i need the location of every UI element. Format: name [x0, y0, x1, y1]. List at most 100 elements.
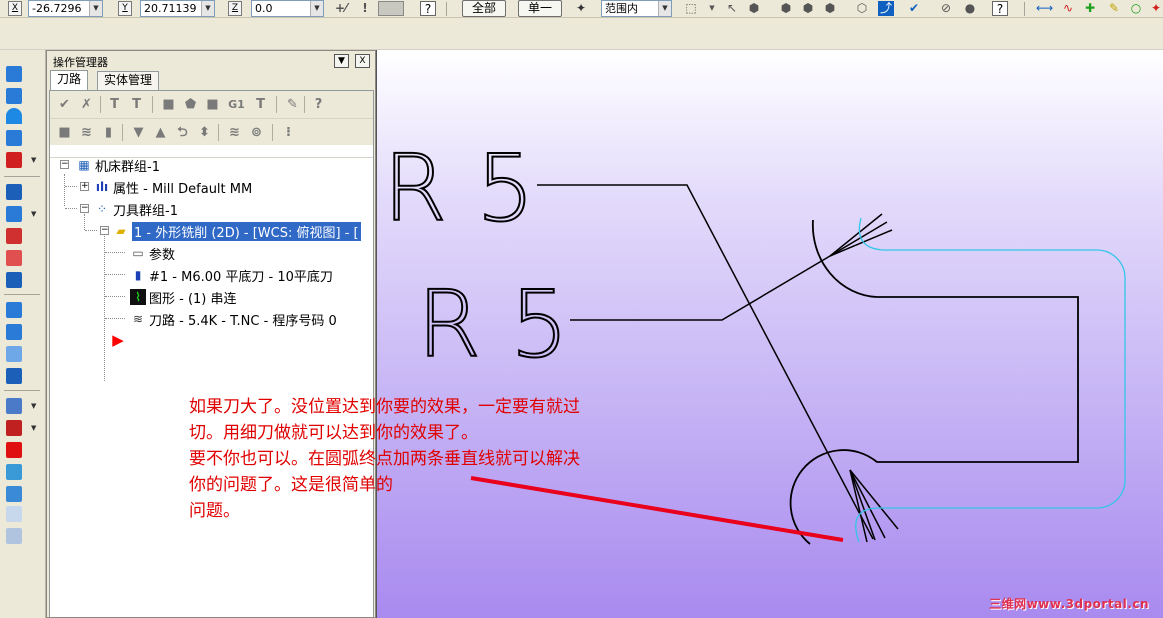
arrow-up-icon[interactable] [6, 66, 22, 82]
range-select[interactable]: 范围内 ▼ [601, 0, 672, 17]
selection-icon[interactable]: ✦ [573, 1, 589, 16]
cube-select-icon[interactable]: ⬡ [854, 1, 870, 16]
measure-icon[interactable]: ⟷ [1036, 1, 1053, 16]
select-all-button[interactable]: 全部 [462, 0, 506, 17]
highfeed-icon[interactable]: T [252, 96, 269, 113]
wire-cubes-icon[interactable] [6, 528, 22, 544]
select-single-button[interactable]: 单一 [518, 0, 562, 17]
edge-select-icon[interactable]: ⬢ [800, 1, 816, 16]
layers-red-icon[interactable] [6, 486, 22, 502]
insert-arrow[interactable]: ▶ [110, 330, 129, 350]
edit-icon[interactable]: ✎ [284, 96, 301, 113]
more-tools-icon[interactable]: ✦ [1148, 1, 1163, 16]
help-icon[interactable]: ? [420, 1, 436, 16]
view-top-icon[interactable] [6, 184, 22, 200]
tab-toolpaths[interactable]: 刀路 [50, 70, 89, 90]
chevron-down-icon[interactable]: ▼ [31, 402, 36, 410]
body-select-icon[interactable]: ⬢ [822, 1, 838, 16]
expand-tool-group[interactable]: − [80, 204, 89, 213]
circle-icon[interactable]: ● [962, 1, 978, 16]
toolpath-display-icon[interactable]: ≋ [226, 124, 243, 141]
chevron-down-icon[interactable]: ▼ [31, 156, 36, 164]
wand-icon[interactable] [6, 464, 22, 480]
backplot-icon[interactable]: ■ [160, 96, 177, 113]
help-icon[interactable]: ? [310, 96, 327, 113]
shade-icon[interactable] [6, 228, 22, 244]
autocursor-icon[interactable] [378, 1, 404, 16]
y-coord-input[interactable]: 20.71139 ▼ [140, 0, 215, 17]
circle-tool-icon[interactable]: ○ [1128, 1, 1144, 16]
tree-tool-group[interactable]: ⁘ 刀具群组-1 [94, 199, 178, 219]
regenerate-dirty-icon[interactable]: T [128, 96, 145, 113]
verify-icon[interactable]: ⬟ [182, 96, 199, 113]
cube-icon[interactable] [6, 272, 22, 288]
toggle-display-icon[interactable]: ≋ [78, 124, 95, 141]
expand-machine-group[interactable]: − [60, 160, 69, 169]
window-select-icon[interactable]: ⬚ [683, 1, 699, 16]
chevron-down-icon[interactable]: ▼ [31, 210, 36, 218]
red-square-icon[interactable] [6, 442, 22, 458]
tree-machine-group[interactable]: ▦ 机床群组-1 [76, 155, 160, 175]
add-icon[interactable]: ✚ [1082, 1, 1098, 16]
solid-icon[interactable] [6, 420, 22, 436]
face-select-icon[interactable]: ⬢ [778, 1, 794, 16]
tab-solids[interactable]: 实体管理 [97, 71, 160, 90]
fast-point-icon[interactable]: ! [357, 1, 373, 16]
tree-geometry[interactable]: ⌇ 图形 - (1) 串连 [130, 287, 237, 307]
tiles-icon[interactable] [6, 398, 22, 414]
rotate-icon[interactable] [6, 88, 22, 104]
simulate-icon[interactable]: ■ [204, 96, 221, 113]
help-icon[interactable]: ? [992, 1, 1008, 16]
chevron-down-icon[interactable]: ▼ [89, 1, 102, 16]
calc-icon[interactable] [6, 368, 22, 384]
move-down-icon[interactable]: ▼ [130, 124, 147, 141]
post-g1-icon[interactable]: G1 [228, 96, 245, 113]
shape-icon[interactable] [6, 152, 22, 168]
wire-cube-icon[interactable] [6, 506, 22, 522]
move-up-icon[interactable]: ▲ [152, 124, 169, 141]
select-dirty-ops-icon[interactable]: ✗ [78, 96, 95, 113]
pen-icon[interactable]: ✎ [1106, 1, 1122, 16]
tree-params[interactable]: ▭ 参数 [130, 243, 175, 263]
view-iso-icon[interactable] [6, 206, 22, 222]
chevron-down-icon[interactable]: ▼ [310, 1, 323, 16]
tree-toolpath[interactable]: ≋ 刀路 - 5.4K - T.NC - 程序号码 0 [130, 309, 337, 329]
tree-tool[interactable]: ▮ #1 - M6.00 平底刀 - 10平底刀 [130, 265, 333, 285]
chevron-down-icon[interactable]: ▼ [31, 424, 36, 432]
stock-display-icon[interactable]: ⊚ [248, 124, 265, 141]
check-icon[interactable]: ✔ [906, 1, 922, 16]
chevron-down-icon[interactable]: ▼ [201, 1, 214, 16]
z-coord-input[interactable]: 0.0 ▼ [251, 0, 324, 17]
arrow-down-icon[interactable] [6, 130, 22, 146]
toolpath-contour [855, 217, 1126, 543]
scroll-icon[interactable]: ⬍ [196, 124, 213, 141]
insert-arrow-icon[interactable]: ⮌ [174, 124, 191, 141]
chevron-down-icon[interactable]: ▼ [704, 1, 720, 16]
regenerate-selected-icon[interactable]: T [106, 96, 123, 113]
add-point-icon[interactable]: +⁄ [333, 1, 349, 16]
arc-up-icon[interactable] [6, 108, 22, 124]
lock-icon[interactable]: ■ [56, 124, 73, 141]
layer-icon[interactable] [6, 302, 22, 318]
expand-operation[interactable]: − [100, 226, 109, 235]
grid-icon[interactable] [6, 324, 22, 340]
cancel-icon[interactable]: ⊘ [938, 1, 954, 16]
select-all-ops-icon[interactable]: ✔ [56, 96, 73, 113]
x-coord-input[interactable]: -26.7296 ▼ [28, 0, 103, 17]
params-folder-icon: ▭ [132, 246, 144, 260]
options-icon[interactable]: ⁝ [280, 124, 297, 141]
arc-icon[interactable]: ∿ [1060, 1, 1076, 16]
tree-properties[interactable]: ılı 属性 - Mill Default MM [94, 177, 252, 197]
toggle-post-icon[interactable]: ▮ [100, 124, 117, 141]
solid-select-icon[interactable]: ⬢ [746, 1, 762, 16]
graphics-viewport[interactable]: R 5 R 5 如果刀大了。没位置达到你要的效果，一定要有就过 切。用细刀做就可… [189, 50, 1163, 618]
import-icon[interactable] [6, 346, 22, 362]
verify-icon[interactable]: ⤴ [878, 1, 894, 16]
panel-close-button[interactable]: X [355, 54, 370, 68]
pointer-icon[interactable]: ↖ [724, 1, 740, 16]
chevron-down-icon[interactable]: ▼ [658, 1, 671, 16]
tree-operation[interactable]: ▰ 1 - 外形铣削 (2D) - [WCS: 俯视图] - [ [113, 221, 361, 241]
expand-properties[interactable]: + [80, 182, 89, 191]
panel-menu-button[interactable]: ▼ [334, 54, 349, 68]
eraser-icon[interactable] [6, 250, 22, 266]
